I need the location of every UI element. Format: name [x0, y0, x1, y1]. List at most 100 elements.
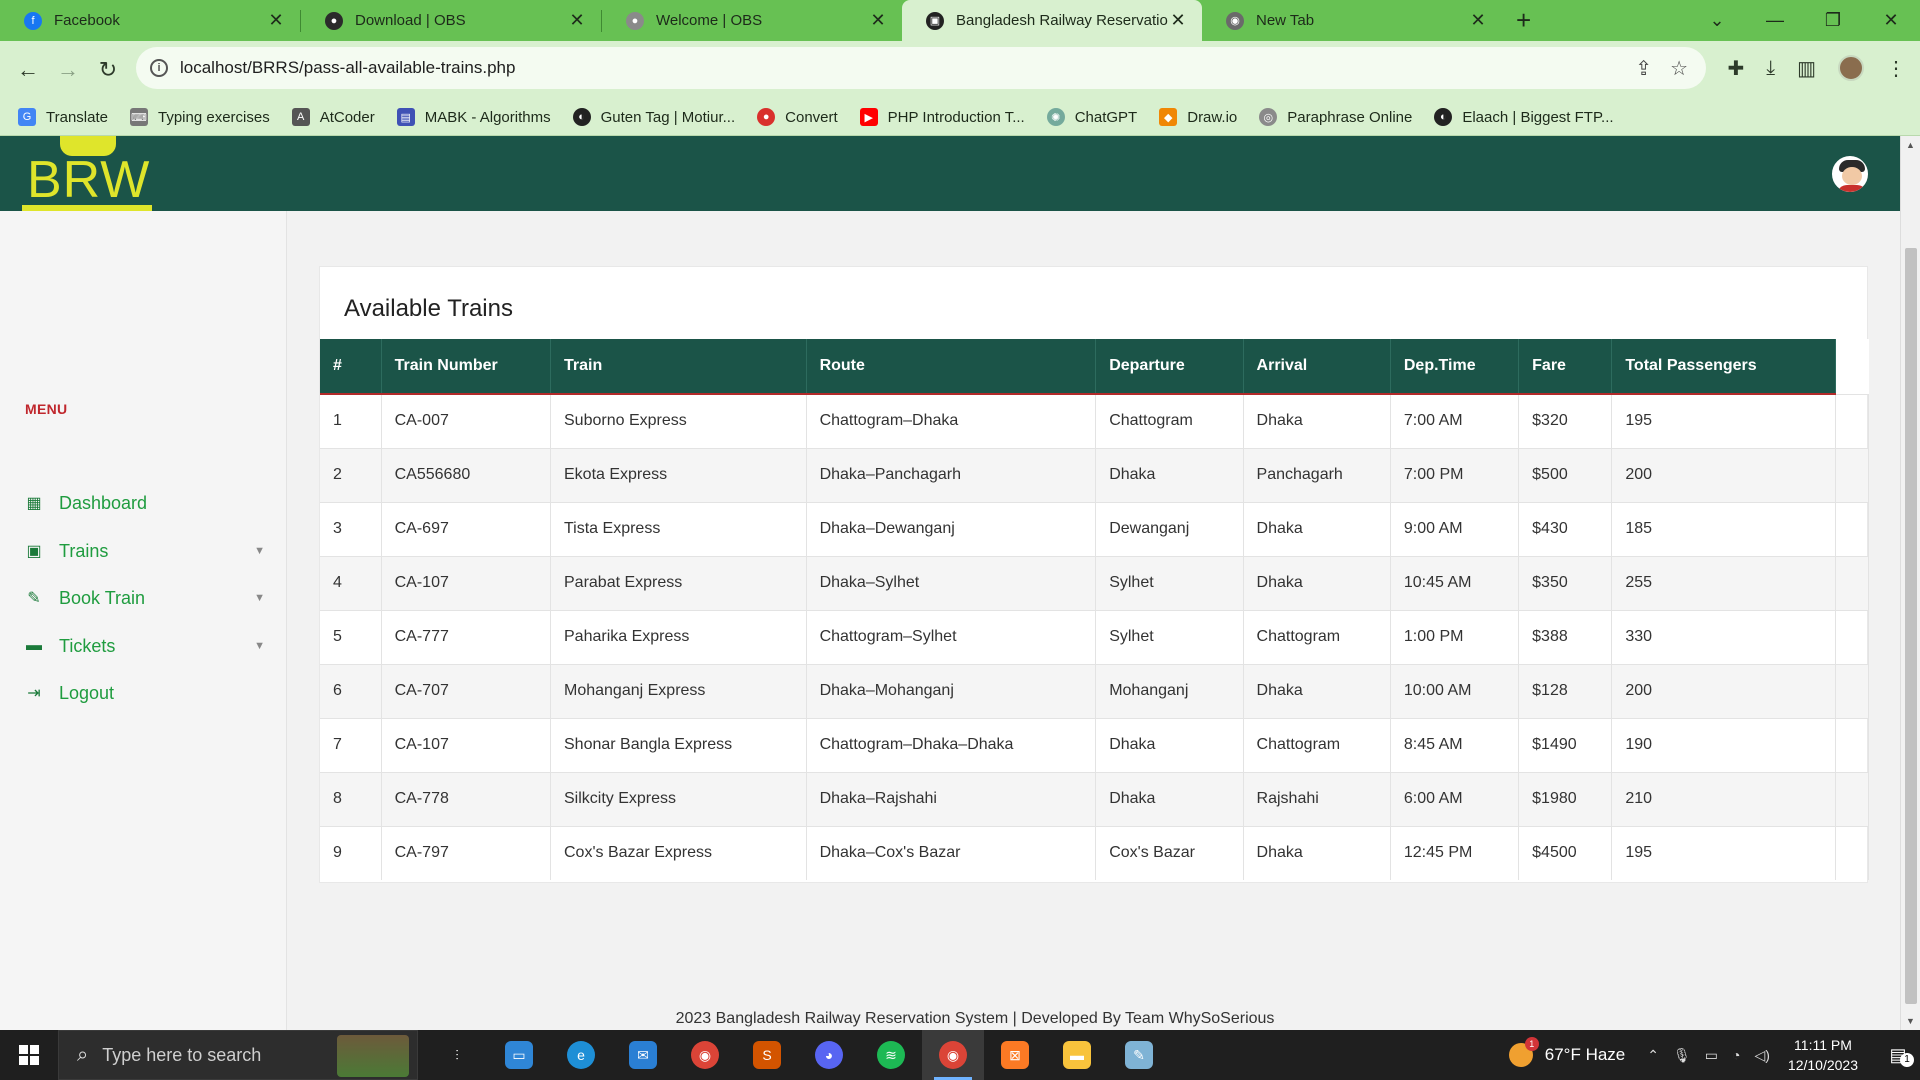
tab-facebook[interactable]: f Facebook ✕	[0, 0, 300, 41]
convert-icon: ●	[757, 108, 776, 126]
keyboard-icon: ⌨	[129, 108, 148, 126]
cell-departure: Chattogram	[1095, 393, 1244, 448]
user-avatar[interactable]	[1830, 154, 1870, 194]
reload-button[interactable]: ↻	[88, 57, 128, 83]
sidebar-item-tickets[interactable]: ▬ Tickets ▼	[25, 630, 265, 662]
new-tab-button[interactable]: +	[1516, 5, 1531, 36]
sidebar-item-logout[interactable]: ⇥ Logout	[25, 677, 265, 709]
cell-train-name: Ekota Express	[550, 447, 807, 502]
volume-icon[interactable]: ◁)	[1754, 1047, 1769, 1064]
wifi-icon[interactable]: ◔	[1732, 1047, 1740, 1064]
side-panel-icon[interactable]: ▥	[1797, 56, 1816, 81]
paraphrase-icon: ◎	[1259, 108, 1278, 126]
page-scrollbar[interactable]: ▲ ▼	[1900, 136, 1920, 1030]
bookmark-paraphrase[interactable]: ◎ Paraphrase Online	[1259, 108, 1412, 126]
notification-center-button[interactable]: ▤ 1	[1876, 1045, 1920, 1067]
search-placeholder: Type here to search	[102, 1044, 262, 1065]
start-button[interactable]	[0, 1030, 58, 1080]
cell-row-number: 5	[320, 609, 382, 664]
bookmark-translate[interactable]: G Translate	[18, 108, 108, 126]
close-window-button[interactable]: ✕	[1862, 10, 1920, 31]
bookmark-drawio[interactable]: ◆ Draw.io	[1159, 108, 1237, 126]
taskbar-app-discord[interactable]: ◕	[798, 1030, 860, 1080]
column-header: Train	[550, 339, 807, 395]
info-icon[interactable]: i	[150, 59, 168, 77]
bookmark-chatgpt[interactable]: ✺ ChatGPT	[1046, 108, 1137, 126]
extensions-icon[interactable]: ✚	[1727, 56, 1744, 81]
cell-row-number: 6	[320, 663, 382, 718]
tab-new-tab[interactable]: ◉ New Tab ✕	[1202, 0, 1502, 41]
minimize-button[interactable]: —	[1746, 10, 1804, 31]
scrollbar-thumb[interactable]	[1905, 248, 1917, 1004]
url-text[interactable]: localhost/BRRS/pass-all-available-trains…	[180, 58, 1635, 78]
cell-row-number: 4	[320, 555, 382, 610]
taskbar-app-sublime[interactable]: S	[736, 1030, 798, 1080]
taskbar-app-chrome-active[interactable]: ◉	[922, 1030, 984, 1080]
bookmark-elaach[interactable]: ◐ Elaach | Biggest FTP...	[1434, 108, 1614, 126]
taskbar-app-edge[interactable]: e	[550, 1030, 612, 1080]
sidebar-item-book-train[interactable]: ✎ Book Train ▼	[25, 582, 265, 614]
scroll-down-icon[interactable]: ▼	[1906, 1016, 1915, 1026]
bookmark-atcoder[interactable]: A AtCoder	[291, 108, 375, 126]
taskbar-app-computer[interactable]: ▭	[488, 1030, 550, 1080]
bookmark-php-intro[interactable]: ▶ PHP Introduction T...	[859, 108, 1025, 126]
taskbar-app-mail[interactable]: ✉	[612, 1030, 674, 1080]
taskbar-app-chrome[interactable]: ◉	[674, 1030, 736, 1080]
forward-button[interactable]: →	[48, 57, 88, 83]
computer-icon: ▭	[505, 1041, 533, 1069]
close-icon[interactable]: ✕	[1468, 10, 1488, 31]
bookmark-convert[interactable]: ● Convert	[757, 108, 838, 126]
bookmark-guten-tag[interactable]: ◐ Guten Tag | Motiur...	[572, 108, 735, 126]
close-icon[interactable]: ✕	[868, 10, 888, 31]
bookmark-typing-exercises[interactable]: ⌨ Typing exercises	[129, 108, 270, 126]
scroll-up-icon[interactable]: ▲	[1906, 140, 1915, 150]
microphone-icon[interactable]: 🎙︎	[1673, 1047, 1691, 1064]
cell-train-number: CA-107	[381, 717, 552, 772]
bookmark-star-icon[interactable]: ☆	[1670, 56, 1688, 81]
chevron-up-icon[interactable]: ⌃	[1647, 1047, 1659, 1064]
bookmark-mabk[interactable]: ▤ MABK - Algorithms	[396, 108, 551, 126]
back-button[interactable]: ←	[8, 57, 48, 83]
notification-count: 1	[1900, 1052, 1914, 1067]
chrome-icon: ◉	[1226, 11, 1244, 30]
battery-icon[interactable]: ▭	[1705, 1047, 1718, 1064]
close-icon[interactable]: ✕	[266, 10, 286, 31]
column-header: Route	[806, 339, 1097, 395]
table-header-row: # Train Number Train Route Departure Arr…	[320, 339, 1869, 395]
taskbar-app-file-explorer[interactable]: ▬	[1046, 1030, 1108, 1080]
cell-fare: $350	[1518, 555, 1613, 610]
cell-route: Chattogram–Dhaka–Dhaka	[806, 717, 1097, 772]
clock-date: 12/10/2023	[1787, 1057, 1858, 1073]
more-menu-icon[interactable]: ⋮	[1886, 56, 1906, 81]
app-header: BRW	[0, 136, 1900, 211]
profile-avatar[interactable]	[1838, 55, 1864, 81]
close-icon[interactable]: ✕	[1168, 10, 1188, 31]
sidebar-item-label: Book Train	[59, 587, 146, 608]
tab-welcome-obs[interactable]: ● Welcome | OBS ✕	[602, 0, 902, 41]
sidebar-item-trains[interactable]: ▣ Trains ▼	[25, 535, 265, 567]
taskbar-search[interactable]: ⌕ Type here to search	[58, 1030, 418, 1080]
weather-widget[interactable]: 1 67°F Haze	[1508, 1037, 1626, 1067]
cell-train-number: CA556680	[381, 447, 552, 502]
task-view-button[interactable]: ⫶	[426, 1030, 488, 1080]
taskbar-app-xampp[interactable]: ⊠	[984, 1030, 1046, 1080]
restore-button[interactable]: ❐	[1804, 10, 1862, 31]
sidebar-item-dashboard[interactable]: ▦ Dashboard	[25, 487, 265, 519]
tray-icons: ⌃ 🎙︎ ▭ ◔ ◁)	[1647, 1047, 1770, 1064]
book-icon: ✎	[27, 590, 41, 607]
cell-train-number: CA-797	[381, 825, 552, 880]
clock[interactable]: 11:11 PM 12/10/2023	[1788, 1035, 1858, 1075]
address-bar[interactable]: i localhost/BRRS/pass-all-available-trai…	[136, 47, 1706, 89]
chevron-down-icon[interactable]: ⌄	[1688, 10, 1746, 31]
taskbar-app-notepad[interactable]: ✎	[1108, 1030, 1170, 1080]
close-icon[interactable]: ✕	[567, 10, 587, 31]
weather-text: 67°F Haze	[1544, 1045, 1626, 1064]
brw-logo[interactable]: BRW	[22, 136, 154, 211]
caret-down-icon: ▼	[254, 640, 265, 652]
download-icon[interactable]: ⤓	[1766, 57, 1775, 80]
tab-download-obs[interactable]: ● Download | OBS ✕	[301, 0, 601, 41]
share-icon[interactable]: ⇪	[1635, 56, 1652, 81]
bookmark-label: PHP Introduction T...	[887, 108, 1025, 126]
taskbar-app-spotify[interactable]: ≋	[860, 1030, 922, 1080]
tab-bangladesh-railway[interactable]: ▣ Bangladesh Railway Reservation ✕	[902, 0, 1202, 41]
